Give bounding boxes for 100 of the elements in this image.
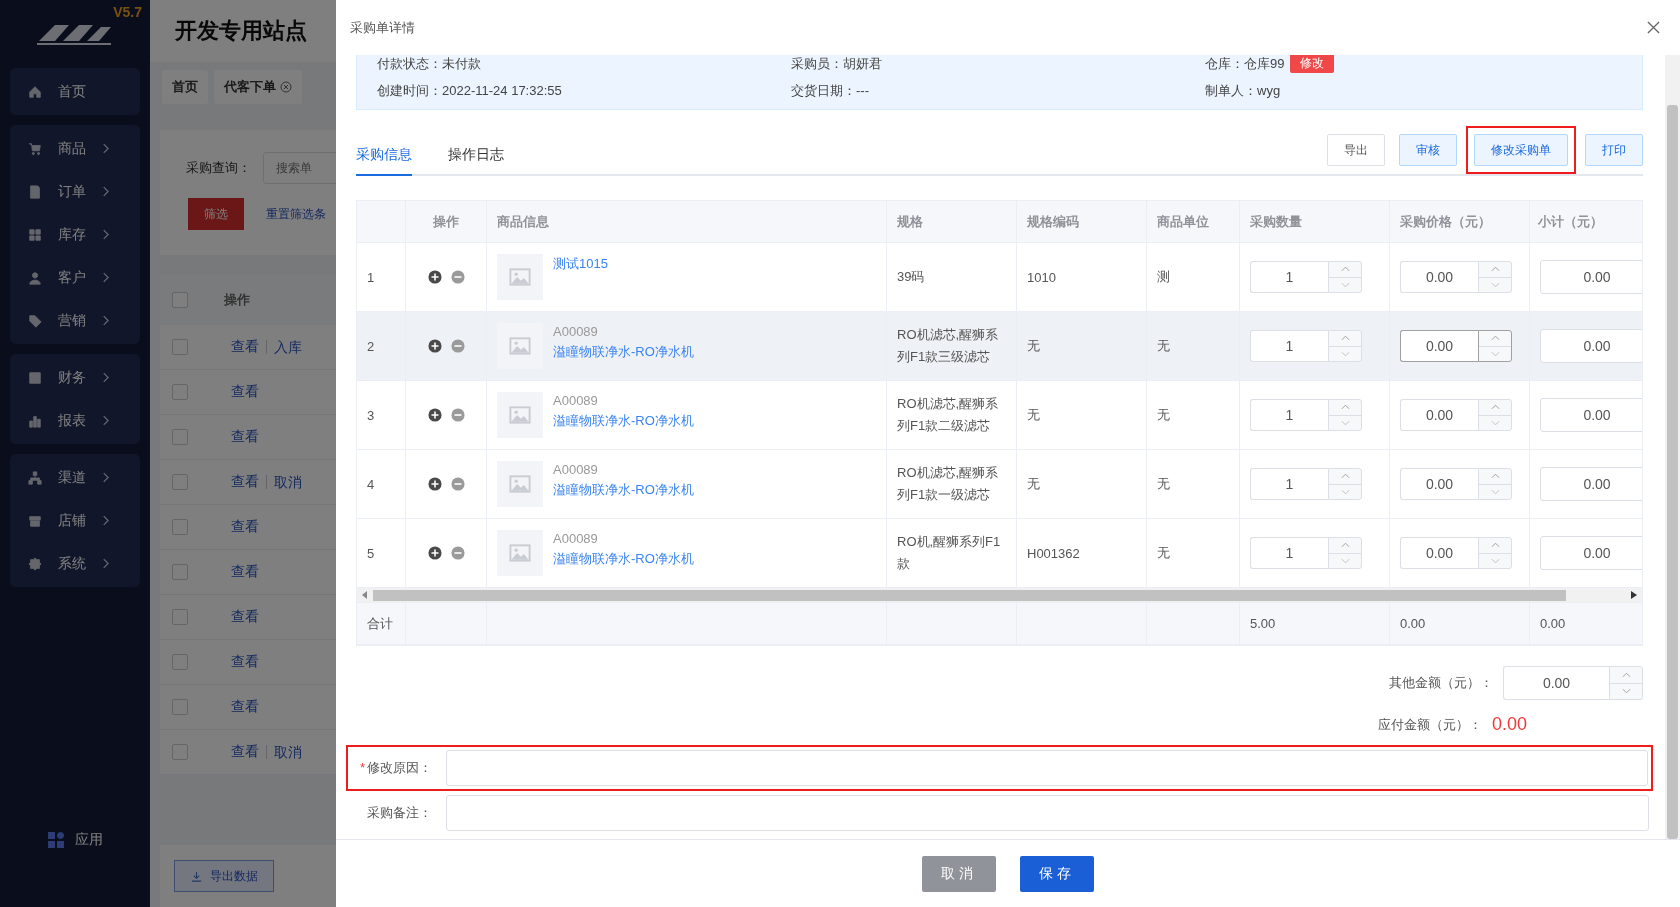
- reason-field[interactable]: [446, 750, 1648, 786]
- checkbox[interactable]: [172, 384, 188, 400]
- horizontal-scrollbar[interactable]: [357, 588, 1642, 603]
- export-button[interactable]: 导出数据: [174, 860, 274, 892]
- row-action-link[interactable]: 取消: [266, 745, 309, 759]
- quantity-input[interactable]: 1: [1250, 330, 1328, 362]
- table-cell: 无: [1017, 381, 1147, 450]
- remark-field[interactable]: [446, 795, 1649, 831]
- checkbox[interactable]: [172, 564, 188, 580]
- action-button[interactable]: 导出: [1327, 134, 1385, 166]
- action-button[interactable]: 打印: [1585, 134, 1643, 166]
- remove-icon[interactable]: [450, 546, 465, 560]
- quantity-input[interactable]: 1: [1250, 261, 1328, 293]
- remove-icon[interactable]: [450, 408, 465, 422]
- tab[interactable]: 采购信息: [356, 146, 412, 176]
- row-action-link[interactable]: 入库: [266, 340, 309, 354]
- footer-button[interactable]: 取消: [922, 855, 996, 892]
- add-icon[interactable]: [427, 408, 442, 422]
- row-action-link[interactable]: 查看: [224, 518, 266, 536]
- chevron-right-icon: [102, 272, 109, 283]
- add-icon[interactable]: [427, 477, 442, 491]
- row-action-link[interactable]: 查看: [224, 428, 266, 446]
- network-icon: [28, 470, 42, 485]
- price-input[interactable]: 0.00: [1400, 330, 1478, 362]
- subtotal-input[interactable]: 0.00: [1540, 467, 1642, 501]
- table-cell: 4: [357, 450, 406, 519]
- menu-item[interactable]: 营销: [10, 299, 140, 342]
- checkbox[interactable]: [172, 699, 188, 715]
- menu-item[interactable]: 店铺: [10, 499, 140, 542]
- page-tab[interactable]: 首页: [162, 70, 208, 104]
- row-action-link[interactable]: 查看: [224, 698, 266, 716]
- subtotal-input[interactable]: 0.00: [1540, 398, 1642, 432]
- menu-label: 系统: [58, 554, 87, 573]
- row-action-link[interactable]: 查看: [224, 743, 266, 761]
- action-button[interactable]: 修改采购单: [1474, 134, 1568, 166]
- row-action-link[interactable]: 取消: [266, 475, 309, 489]
- page-tab[interactable]: 代客下单: [214, 70, 302, 104]
- menu-item[interactable]: 客户: [10, 256, 140, 299]
- checkbox[interactable]: [172, 519, 188, 535]
- subtotal-input[interactable]: 0.00: [1540, 536, 1642, 570]
- edit-tag[interactable]: 修改: [1290, 55, 1335, 73]
- row-action-link[interactable]: 查看: [224, 338, 266, 356]
- product-name-link[interactable]: 溢瞳物联净水-RO净水机: [553, 550, 694, 568]
- product-name-link[interactable]: 测试1015: [553, 255, 608, 273]
- menu-item[interactable]: 库存: [10, 213, 140, 256]
- menu-item[interactable]: 商品: [10, 127, 140, 170]
- price-input[interactable]: 0.00: [1400, 468, 1478, 500]
- triangle-left-icon[interactable]: [362, 591, 368, 599]
- price-input[interactable]: 0.00: [1400, 537, 1478, 569]
- chevron-up-icon: [1340, 404, 1350, 411]
- tab[interactable]: 操作日志: [448, 146, 504, 176]
- subtotal-input[interactable]: 0.00: [1540, 329, 1642, 363]
- checkbox[interactable]: [172, 474, 188, 490]
- filter-button[interactable]: 筛选: [188, 198, 244, 230]
- menu-item[interactable]: 系统: [10, 542, 140, 585]
- add-icon[interactable]: [427, 339, 442, 353]
- remove-icon[interactable]: [450, 339, 465, 353]
- checkbox[interactable]: [172, 609, 188, 625]
- quantity-input[interactable]: 1: [1250, 468, 1328, 500]
- row-action-link[interactable]: 查看: [224, 473, 266, 491]
- checkbox[interactable]: [172, 339, 188, 355]
- row-action-link[interactable]: 查看: [224, 653, 266, 671]
- apps-button[interactable]: 应用: [10, 831, 140, 849]
- vertical-scrollbar[interactable]: [1665, 55, 1680, 839]
- menu-item[interactable]: 报表: [10, 399, 140, 442]
- add-icon[interactable]: [427, 270, 442, 284]
- reason-label: 修改原因：: [367, 760, 432, 775]
- menu-item[interactable]: 渠道: [10, 456, 140, 499]
- subtotal-input[interactable]: 0.00: [1540, 260, 1642, 294]
- remove-icon[interactable]: [450, 270, 465, 284]
- footer-button[interactable]: 保存: [1020, 855, 1094, 892]
- product-name-link[interactable]: 溢瞳物联净水-RO净水机: [553, 343, 694, 361]
- quantity-input[interactable]: 1: [1250, 537, 1328, 569]
- triangle-right-icon[interactable]: [1631, 591, 1637, 599]
- product-name-link[interactable]: 溢瞳物联净水-RO净水机: [553, 412, 694, 430]
- column-header: 操作: [406, 201, 487, 243]
- product-name-link[interactable]: 溢瞳物联净水-RO净水机: [553, 481, 694, 499]
- action-button[interactable]: 审核: [1399, 134, 1457, 166]
- other-amount-label: 其他金额（元）：: [1389, 674, 1493, 692]
- other-amount-input[interactable]: 0.00: [1503, 666, 1609, 700]
- search-field[interactable]: 搜索单: [263, 152, 336, 184]
- row-action-link[interactable]: 查看: [224, 563, 266, 581]
- price-input[interactable]: 0.00: [1400, 261, 1478, 293]
- reset-link[interactable]: 重置筛选条: [266, 205, 326, 223]
- menu-item[interactable]: 订单: [10, 170, 140, 213]
- remove-icon[interactable]: [450, 477, 465, 491]
- close-icon[interactable]: [1647, 21, 1660, 34]
- menu-item[interactable]: 首页: [10, 70, 140, 113]
- checkbox[interactable]: [172, 292, 188, 308]
- add-icon[interactable]: [427, 546, 442, 560]
- menu-label: 库存: [58, 225, 87, 244]
- price-input[interactable]: 0.00: [1400, 399, 1478, 431]
- menu-item[interactable]: 财务: [10, 356, 140, 399]
- quantity-input[interactable]: 1: [1250, 399, 1328, 431]
- row-action-link[interactable]: 查看: [224, 383, 266, 401]
- checkbox[interactable]: [172, 429, 188, 445]
- checkbox[interactable]: [172, 654, 188, 670]
- row-action-link[interactable]: 查看: [224, 608, 266, 626]
- checkbox[interactable]: [172, 744, 188, 760]
- close-icon[interactable]: [280, 81, 292, 93]
